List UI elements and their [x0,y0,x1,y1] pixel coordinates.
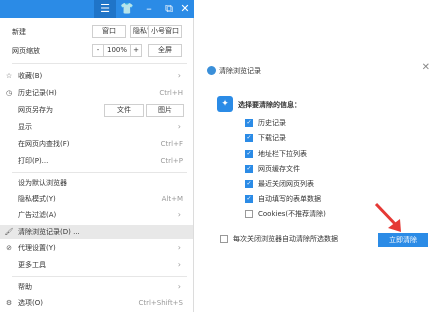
menu-item-history[interactable]: ◷ 历史记录(H) Ctrl+H [0,86,193,100]
checkbox[interactable]: ✓ [245,180,253,188]
divider [12,172,187,173]
option-label: 每次关闭浏览器自动清除所选数据 [233,235,338,243]
close-icon[interactable]: ✕ [422,62,430,73]
new-alt-window-button[interactable]: 小号窗口 [148,25,182,38]
menu-item-private-mode[interactable]: 隐私模式(Y) Alt+M [0,192,193,206]
checkbox[interactable]: ✓ [245,150,253,158]
chevron-right-icon: › [177,282,181,291]
minimize-icon[interactable]: – [138,0,160,18]
menu-item-shortcut: Ctrl+H [159,89,183,97]
menu-item-set-default[interactable]: 设为默认浏览器 [0,176,193,190]
fullscreen-button[interactable]: 全屏 [148,44,182,57]
menu-item-shortcut: Ctrl+P [160,157,183,165]
new-window-button[interactable]: 窗口 [92,25,126,38]
menu-item-label: 设为默认浏览器 [18,179,67,187]
option-label: 地址栏下拉列表 [258,150,307,158]
menu-item-proxy[interactable]: ⊘ 代理设置(Y) › [0,241,193,255]
menu-item-print[interactable]: 打印(P)... Ctrl+P [0,154,193,168]
menu-item-ad-filter[interactable]: 广告过滤(A) › [0,208,193,222]
menu-item-label: 选项(O) [18,299,43,307]
menu-item-label: 网页另存为 [18,106,53,114]
option-label: 最近关闭网页列表 [258,180,314,188]
menu-item-options[interactable]: ⚙ 选项(O) Ctrl+Shift+S [0,296,193,310]
divider [12,63,187,64]
save-file-button[interactable]: 文件 [104,104,144,117]
menu-item-shortcut: Ctrl+F [160,140,183,148]
menu-item-label: 打印(P)... [18,157,49,165]
checkbox[interactable]: ✓ [220,235,228,243]
option-label: 自动填写的表单数据 [258,195,321,203]
menu-item-label: 收藏(B) [18,72,43,80]
star-icon: ☆ [5,72,13,80]
dialog-prompt: 选择要清除的信息： [238,101,301,109]
menu-item-label: 显示 [18,123,32,131]
proxy-icon: ⊘ [6,244,12,252]
option-label: 历史记录 [258,119,286,127]
menu-item-label: 广告过滤(A) [18,211,57,219]
browser-main-menu: ☰ 👕 – ⧉ ✕ 新建 窗口 隐私窗口 小号窗口 网页缩放 - 100% + … [0,0,194,312]
divider [12,276,187,277]
chevron-right-icon: › [177,210,181,219]
chevron-right-icon: › [177,260,181,269]
menu-item-shortcut: Alt+M [161,195,183,203]
menu-titlebar: ☰ 👕 – ⧉ ✕ [0,0,194,18]
browser-logo-icon [207,66,216,75]
zoom-level: 100% [104,44,130,57]
chevron-right-icon: › [177,71,181,80]
menu-item-label: 历史记录(H) [18,89,57,97]
new-window-label: 新建 [12,28,26,36]
skin-icon[interactable]: 👕 [116,0,138,18]
checkbox[interactable]: ✓ [245,165,253,173]
close-icon[interactable]: ✕ [174,0,196,18]
zoom-label: 网页缩放 [12,47,40,55]
menu-icon[interactable]: ☰ [94,0,116,18]
gear-icon: ⚙ [5,299,13,307]
menu-item-label: 更多工具 [18,261,46,269]
chevron-right-icon: › [177,243,181,252]
menu-item-more-tools[interactable]: 更多工具 › [0,258,193,272]
menu-item-favorites[interactable]: ☆ 收藏(B) › [0,69,193,83]
menu-item-find[interactable]: 在网页内查找(F) Ctrl+F [0,137,193,151]
menu-item-help[interactable]: 帮助 › [0,280,193,294]
zoom-in-button[interactable]: + [130,44,142,57]
dialog-title: 清除浏览记录 [219,67,261,75]
checkbox[interactable]: ✓ [245,210,253,218]
annotation-arrow-icon [374,202,401,232]
menu-item-label: 帮助 [18,283,32,291]
option-label: 下载记录 [258,134,286,142]
option-label: Cookies(不推荐清除) [258,210,326,218]
menu-item-label: 清除浏览记录(D) ... [18,228,80,236]
menu-item-label: 在网页内查找(F) [18,140,70,148]
clock-icon: ◷ [5,89,13,97]
menu-item-shortcut: Ctrl+Shift+S [138,299,183,307]
checkbox[interactable]: ✓ [245,119,253,127]
chevron-right-icon: › [177,122,181,131]
checkbox[interactable]: ✓ [245,134,253,142]
option-label: 网页缓存文件 [258,165,300,173]
broom-icon: 🖌 [4,228,14,236]
menu-item-label: 隐私模式(Y) [18,195,56,203]
zoom-out-button[interactable]: - [92,44,104,57]
broom-icon: ✦ [217,96,233,112]
menu-item-label: 代理设置(Y) [18,244,56,252]
menu-item-clear-history[interactable]: 🖌 清除浏览记录(D) ... [0,225,193,239]
checkbox[interactable]: ✓ [245,195,253,203]
save-image-button[interactable]: 图片 [146,104,184,117]
menu-item-display[interactable]: 显示 › [0,120,193,134]
